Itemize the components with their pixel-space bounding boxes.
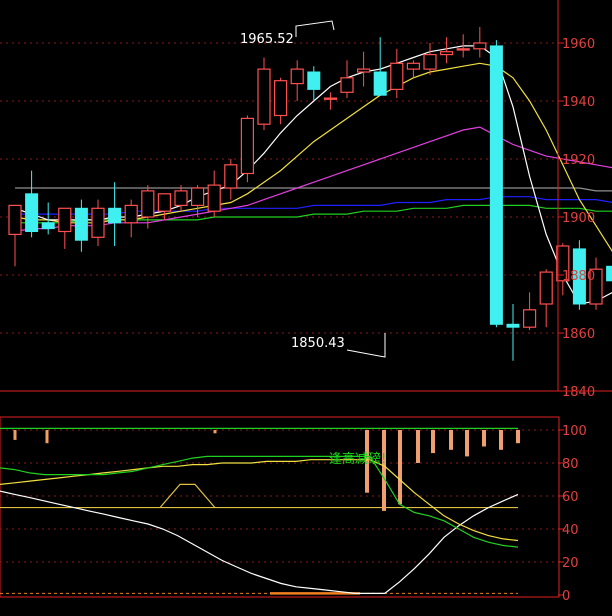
candle-body-down — [74, 207, 88, 241]
candle-body-down — [108, 207, 122, 224]
candle-body-up — [191, 187, 205, 206]
indicator-tick-label: 0 — [562, 589, 570, 604]
candle-body-up — [473, 42, 487, 50]
high-leader — [295, 20, 335, 37]
candle-body-up — [124, 204, 138, 224]
candle-body-up — [522, 309, 537, 328]
moving-average-ma120 — [15, 187, 612, 192]
candlesticks — [8, 26, 612, 361]
indicator-series-line — [0, 490, 519, 595]
candle-body-down — [606, 265, 612, 282]
candle-body-up — [539, 271, 553, 305]
indicator-tick-label: 80 — [562, 457, 579, 472]
indicator-tick-label: 100 — [562, 424, 587, 439]
low-leader — [346, 333, 386, 358]
candle-body-up — [240, 117, 254, 175]
candle-body-up — [141, 190, 155, 218]
indicator-grid — [0, 429, 558, 563]
price-tick-label: 1840 — [562, 385, 595, 400]
indicator-tick-label: 40 — [562, 523, 579, 538]
candle-body-up — [390, 62, 404, 90]
indicator-series-line — [0, 459, 519, 542]
candle-body-down — [307, 71, 321, 90]
candle-body-down — [41, 222, 55, 230]
candle-body-up — [91, 207, 105, 238]
candle-body-up — [257, 68, 271, 125]
candle-body-up — [8, 204, 22, 235]
price-tick-label: 1880 — [562, 269, 595, 284]
candle-body-up — [274, 80, 288, 117]
candle-body-down — [506, 323, 520, 328]
price-tick-label: 1960 — [562, 37, 595, 52]
high-annotation: 1965.52 — [240, 32, 294, 47]
candle-body-up — [423, 53, 437, 70]
indicator-tick-label: 60 — [562, 490, 579, 505]
candle-body-up — [174, 190, 188, 206]
candle-body-down — [25, 193, 39, 233]
signal-text: 逢高减磅! — [329, 451, 386, 467]
candle-body-down — [489, 45, 503, 325]
candle-body-up — [357, 68, 371, 73]
price-tick-label: 1940 — [562, 95, 595, 110]
indicator-lines — [0, 427, 520, 595]
candle-body-up — [58, 207, 72, 233]
candle-body-up — [207, 184, 221, 212]
chart-stage: 1960 1940 1920 1900 1880 1860 1840 1965.52 185… — [0, 0, 612, 616]
price-tick-label: 1920 — [562, 153, 595, 168]
low-annotation: 1850.43 — [291, 336, 345, 351]
price-tick-label: 1860 — [562, 327, 595, 342]
candle-body-down — [373, 71, 387, 96]
indicator-axis: 100 80 60 40 20 0 — [558, 424, 587, 604]
candle-body-up — [224, 164, 238, 189]
candle-body-up — [157, 193, 171, 212]
indicator-series-line — [0, 455, 519, 548]
candle-body-up — [406, 62, 420, 70]
candle-body-up — [456, 48, 470, 51]
candle-body-up — [440, 51, 454, 56]
chart-svg: 1960 1940 1920 1900 1880 1860 1840 1965.52 185… — [0, 0, 612, 604]
indicator-tick-label: 20 — [562, 556, 579, 571]
candle-body-up — [340, 77, 354, 93]
candle-body-up — [290, 68, 304, 85]
price-tick-label: 1900 — [562, 211, 595, 226]
candle-body-up — [323, 97, 337, 100]
